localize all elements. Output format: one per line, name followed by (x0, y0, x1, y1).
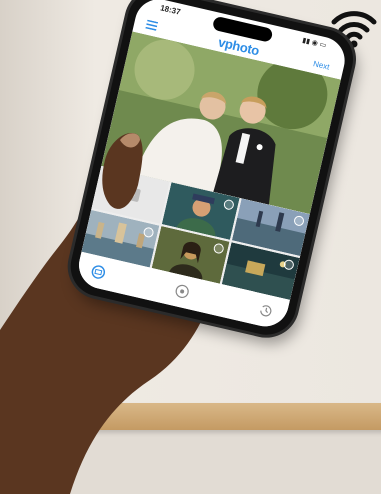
home-icon[interactable] (174, 283, 191, 300)
status-icons: ▮▮ ◉ ▭ (301, 37, 327, 50)
status-time: 18:37 (159, 3, 182, 17)
gallery-icon[interactable] (90, 264, 107, 281)
scene: 18:37 ▮▮ ◉ ▭ vphoto Next (0, 0, 381, 494)
history-icon[interactable] (258, 302, 275, 319)
